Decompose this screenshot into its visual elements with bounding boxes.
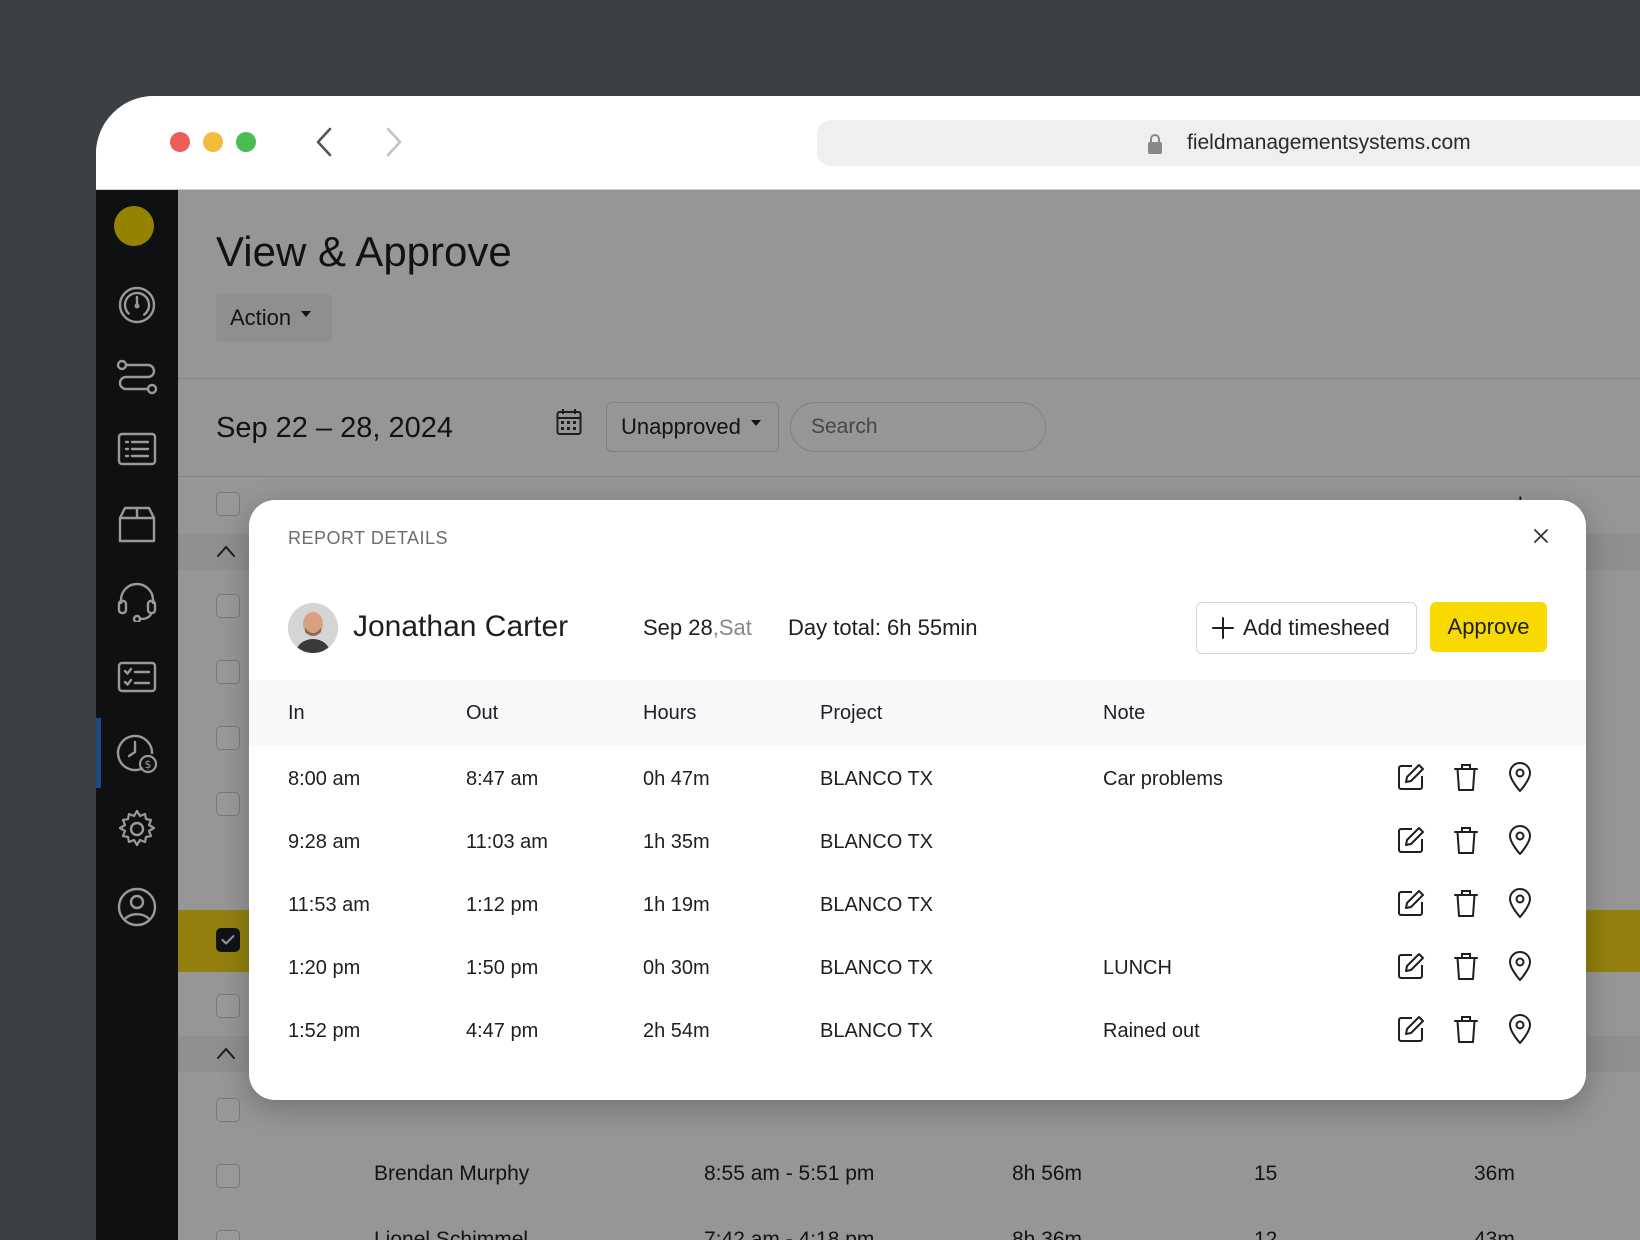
edit-button[interactable] [1394,886,1428,920]
cell-out: 1:50 pm [466,957,539,979]
map-pin-icon [1509,888,1531,918]
cell-out: 8:47 am [466,768,539,790]
cell-hours: 2h 54m [643,1020,710,1042]
column-header-out: Out [466,702,499,724]
employee-name: Jonathan Carter [353,610,569,643]
forward-button[interactable] [378,124,410,160]
cell-project: BLANCO TX [820,768,933,790]
cell-in: 9:28 am [288,831,361,853]
report-date-weekday: ,Sat [712,615,752,640]
day-total: Day total: 6h 55min [788,615,978,640]
cell-hours: 1h 35m [643,831,710,853]
trash-icon [1454,1016,1478,1043]
trash-icon [1454,764,1478,791]
chevron-left-icon [316,127,332,157]
cell-project: BLANCO TX [820,1020,933,1042]
edit-icon [1398,1016,1424,1042]
cell-note: Car problems [1103,768,1224,790]
edit-icon [1398,953,1424,979]
trash-icon [1454,890,1478,917]
cell-in: 11:53 am [288,894,370,916]
delete-button[interactable] [1449,1012,1483,1046]
edit-icon [1398,827,1424,853]
approve-button[interactable]: Approve [1430,602,1547,652]
cell-project: BLANCO TX [820,894,933,916]
map-pin-icon [1509,762,1531,792]
cell-hours: 1h 19m [643,894,710,916]
report-details-modal: REPORT DETAILS Jonathan Carter Sep 28,Sa… [249,500,1586,1100]
cell-out: 1:12 pm [466,894,539,916]
modal-title: REPORT DETAILS [288,528,449,548]
edit-button[interactable] [1394,760,1428,794]
close-modal-button[interactable] [1529,524,1553,548]
url-text: fieldmanagementsystems.com [1187,131,1471,154]
close-window-button[interactable] [170,132,190,152]
trash-icon [1454,827,1478,854]
location-button[interactable] [1503,949,1537,983]
browser-toolbar: fieldmanagementsystems.com [96,96,1640,190]
chevron-right-icon [386,127,402,157]
delete-button[interactable] [1449,760,1483,794]
column-header-note: Note [1103,702,1146,724]
edit-button[interactable] [1394,823,1428,857]
maximize-window-button[interactable] [236,132,256,152]
lock-icon [1148,134,1162,154]
cell-in: 8:00 am [288,768,361,790]
location-button[interactable] [1503,886,1537,920]
address-bar[interactable]: fieldmanagementsystems.com [817,120,1640,166]
map-pin-icon [1509,1014,1531,1044]
cell-out: 4:47 pm [466,1020,539,1042]
edit-icon [1398,764,1424,790]
table-header: In Out Hours Project Note [249,680,1586,746]
close-icon [1534,529,1548,543]
table-row: 9:28 am 11:03 am 1h 35m BLANCO TX [249,809,1586,875]
report-date: Sep 28,Sat [643,615,752,641]
edit-icon [1398,890,1424,916]
location-button[interactable] [1503,760,1537,794]
cell-note: Rained out [1103,1020,1200,1042]
plus-icon [1212,617,1234,639]
map-pin-icon [1509,951,1531,981]
column-header-hours: Hours [643,702,697,724]
cell-in: 1:20 pm [288,957,361,979]
cell-out: 11:03 am [466,831,548,853]
cell-hours: 0h 47m [643,768,710,790]
report-date-day: Sep 28 [643,615,713,640]
table-row: 11:53 am 1:12 pm 1h 19m BLANCO TX [249,872,1586,938]
cell-in: 1:52 pm [288,1020,361,1042]
map-pin-icon [1509,825,1531,855]
cell-project: BLANCO TX [820,957,933,979]
location-button[interactable] [1503,1012,1537,1046]
location-button[interactable] [1503,823,1537,857]
table-row: 1:20 pm 1:50 pm 0h 30m BLANCO TX LUNCH [249,935,1586,1001]
back-button[interactable] [308,124,340,160]
cell-note: LUNCH [1103,957,1172,979]
add-timesheet-label: Add timesheed [1243,615,1390,640]
table-row: 8:00 am 8:47 am 0h 47m BLANCO TX Car pro… [249,746,1586,812]
add-timesheet-button[interactable]: Add timesheed [1196,602,1417,654]
delete-button[interactable] [1449,949,1483,983]
delete-button[interactable] [1449,823,1483,857]
cell-hours: 0h 30m [643,957,710,979]
cell-project: BLANCO TX [820,831,933,853]
avatar [288,603,338,653]
edit-button[interactable] [1394,1012,1428,1046]
delete-button[interactable] [1449,886,1483,920]
person-photo-icon [288,603,338,653]
column-header-in: In [288,702,305,724]
trash-icon [1454,953,1478,980]
edit-button[interactable] [1394,949,1428,983]
minimize-window-button[interactable] [203,132,223,152]
table-row: 1:52 pm 4:47 pm 2h 54m BLANCO TX Rained … [249,998,1586,1064]
column-header-project: Project [820,702,883,724]
